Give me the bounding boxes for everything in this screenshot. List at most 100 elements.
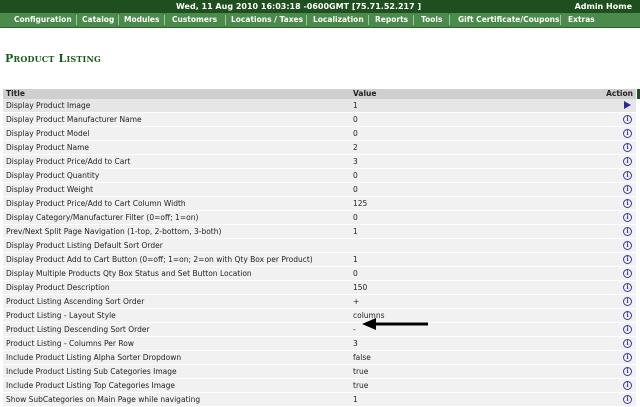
row-title: Product Listing - Columns Per Row: [6, 339, 134, 348]
table-row[interactable]: Display Product Weight 0 i: [3, 183, 636, 197]
row-title: Display Product Price/Add to Cart: [6, 157, 131, 166]
menu-separator: [164, 15, 165, 25]
info-icon[interactable]: i: [623, 171, 632, 180]
info-icon[interactable]: i: [623, 395, 632, 404]
info-icon[interactable]: i: [623, 269, 632, 278]
row-value: 1: [353, 255, 358, 264]
table-row[interactable]: Display Product Image 1: [3, 99, 636, 113]
menu-extras[interactable]: Extras: [568, 13, 595, 27]
info-icon[interactable]: i: [623, 129, 632, 138]
info-icon[interactable]: i: [623, 157, 632, 166]
row-value: 0: [353, 269, 358, 278]
table-row[interactable]: Product Listing - Layout Style columns i: [3, 309, 636, 323]
menu-reports[interactable]: Reports: [375, 13, 408, 27]
row-value: false: [353, 353, 371, 362]
row-title: Display Product Weight: [6, 185, 94, 194]
info-icon[interactable]: i: [623, 297, 632, 306]
row-title: Include Product Listing Alpha Sorter Dro…: [6, 353, 182, 362]
info-icon[interactable]: i: [623, 283, 632, 292]
row-title: Display Category/Manufacturer Filter (0=…: [6, 213, 199, 222]
info-icon[interactable]: i: [623, 115, 632, 124]
play-icon[interactable]: [623, 101, 632, 110]
row-title: Prev/Next Split Page Navigation (1-top, …: [6, 227, 222, 236]
info-icon[interactable]: i: [623, 339, 632, 348]
row-title: Include Product Listing Top Categories I…: [6, 381, 175, 390]
row-value: 0: [353, 115, 358, 124]
table-row[interactable]: Prev/Next Split Page Navigation (1-top, …: [3, 225, 636, 239]
table-row[interactable]: Display Category/Manufacturer Filter (0=…: [3, 211, 636, 225]
menu-separator: [118, 15, 119, 25]
table-row[interactable]: Display Product Name 2 i: [3, 141, 636, 155]
info-icon[interactable]: i: [623, 353, 632, 362]
info-icon[interactable]: i: [623, 311, 632, 320]
page-title: Product Listing: [5, 52, 102, 65]
info-icon[interactable]: i: [623, 367, 632, 376]
table-row[interactable]: Display Product Description 150 i: [3, 281, 636, 295]
table-row[interactable]: Display Product Listing Default Sort Ord…: [3, 239, 636, 253]
row-title: Include Product Listing Sub Categories I…: [6, 367, 177, 376]
table-row[interactable]: Display Product Price/Add to Cart 3 i: [3, 155, 636, 169]
row-value: +: [353, 297, 360, 306]
table-row[interactable]: Display Product Price/Add to Cart Column…: [3, 197, 636, 211]
info-icon[interactable]: i: [623, 381, 632, 390]
row-value: 0: [353, 171, 358, 180]
row-title: Display Product Add to Cart Button (0=of…: [6, 255, 313, 264]
menu-gift-certificate-coupons[interactable]: Gift Certificate/Coupons: [458, 13, 559, 27]
menu-separator: [449, 15, 450, 25]
info-icon[interactable]: i: [623, 143, 632, 152]
table-row[interactable]: Show SubCategories on Main Page while na…: [3, 393, 636, 407]
header-title: Title: [6, 89, 25, 98]
menu-locations-taxes[interactable]: Locations / Taxes: [231, 13, 303, 27]
info-icon[interactable]: i: [623, 185, 632, 194]
server-datetime: Wed, 11 Aug 2010 16:03:18 -0600GMT [75.7…: [176, 2, 422, 11]
row-title: Product Listing Ascending Sort Order: [6, 297, 145, 306]
table-row[interactable]: Display Product Model 0 i: [3, 127, 636, 141]
menu-separator: [76, 15, 77, 25]
menu-separator: [306, 15, 307, 25]
menu-configuration[interactable]: Configuration: [14, 13, 72, 27]
row-title: Display Product Image: [6, 101, 91, 110]
table-row[interactable]: Product Listing Ascending Sort Order + i: [3, 295, 636, 309]
menu-separator: [560, 15, 561, 25]
table-row[interactable]: Include Product Listing Alpha Sorter Dro…: [3, 351, 636, 365]
info-icon[interactable]: i: [623, 213, 632, 222]
info-icon[interactable]: i: [623, 325, 632, 334]
info-icon[interactable]: i: [623, 241, 632, 250]
table-header: Title Value Action: [3, 89, 636, 99]
row-value: 0: [353, 213, 358, 222]
row-title: Display Product Price/Add to Cart Column…: [6, 199, 186, 208]
menu-tools[interactable]: Tools: [421, 13, 442, 27]
row-value: 3: [353, 339, 358, 348]
row-title: Product Listing - Layout Style: [6, 311, 116, 320]
table-row[interactable]: Product Listing Descending Sort Order - i: [3, 323, 636, 337]
info-icon[interactable]: i: [623, 255, 632, 264]
row-value: -: [353, 325, 356, 334]
table-row[interactable]: Include Product Listing Top Categories I…: [3, 379, 636, 393]
info-icon[interactable]: i: [623, 227, 632, 236]
row-value: 0: [353, 185, 358, 194]
row-title: Show SubCategories on Main Page while na…: [6, 395, 201, 404]
row-value: 1: [353, 101, 358, 110]
table-row[interactable]: Product Listing - Columns Per Row 3 i: [3, 337, 636, 351]
row-value: 1: [353, 227, 358, 236]
admin-home-link[interactable]: Admin Home: [575, 0, 632, 13]
menu-customers[interactable]: Customers: [172, 13, 217, 27]
row-value: 2: [353, 143, 358, 152]
header-action: Action: [606, 89, 633, 98]
row-value: 150: [353, 283, 368, 292]
table-row[interactable]: Include Product Listing Sub Categories I…: [3, 365, 636, 379]
table-row[interactable]: Display Multiple Products Qty Box Status…: [3, 267, 636, 281]
row-title: Display Product Description: [6, 283, 110, 292]
table-row[interactable]: Display Product Quantity 0 i: [3, 169, 636, 183]
left-arrow-annotation: [362, 318, 428, 330]
row-value: 3: [353, 157, 358, 166]
table-row[interactable]: Display Product Add to Cart Button (0=of…: [3, 253, 636, 267]
menu-modules[interactable]: Modules: [124, 13, 159, 27]
row-value: true: [353, 367, 369, 376]
header-value: Value: [353, 89, 377, 98]
menu-localization[interactable]: Localization: [313, 13, 364, 27]
row-value: 125: [353, 199, 368, 208]
info-icon[interactable]: i: [623, 199, 632, 208]
menu-catalog[interactable]: Catalog: [82, 13, 114, 27]
table-row[interactable]: Display Product Manufacturer Name 0 i: [3, 113, 636, 127]
